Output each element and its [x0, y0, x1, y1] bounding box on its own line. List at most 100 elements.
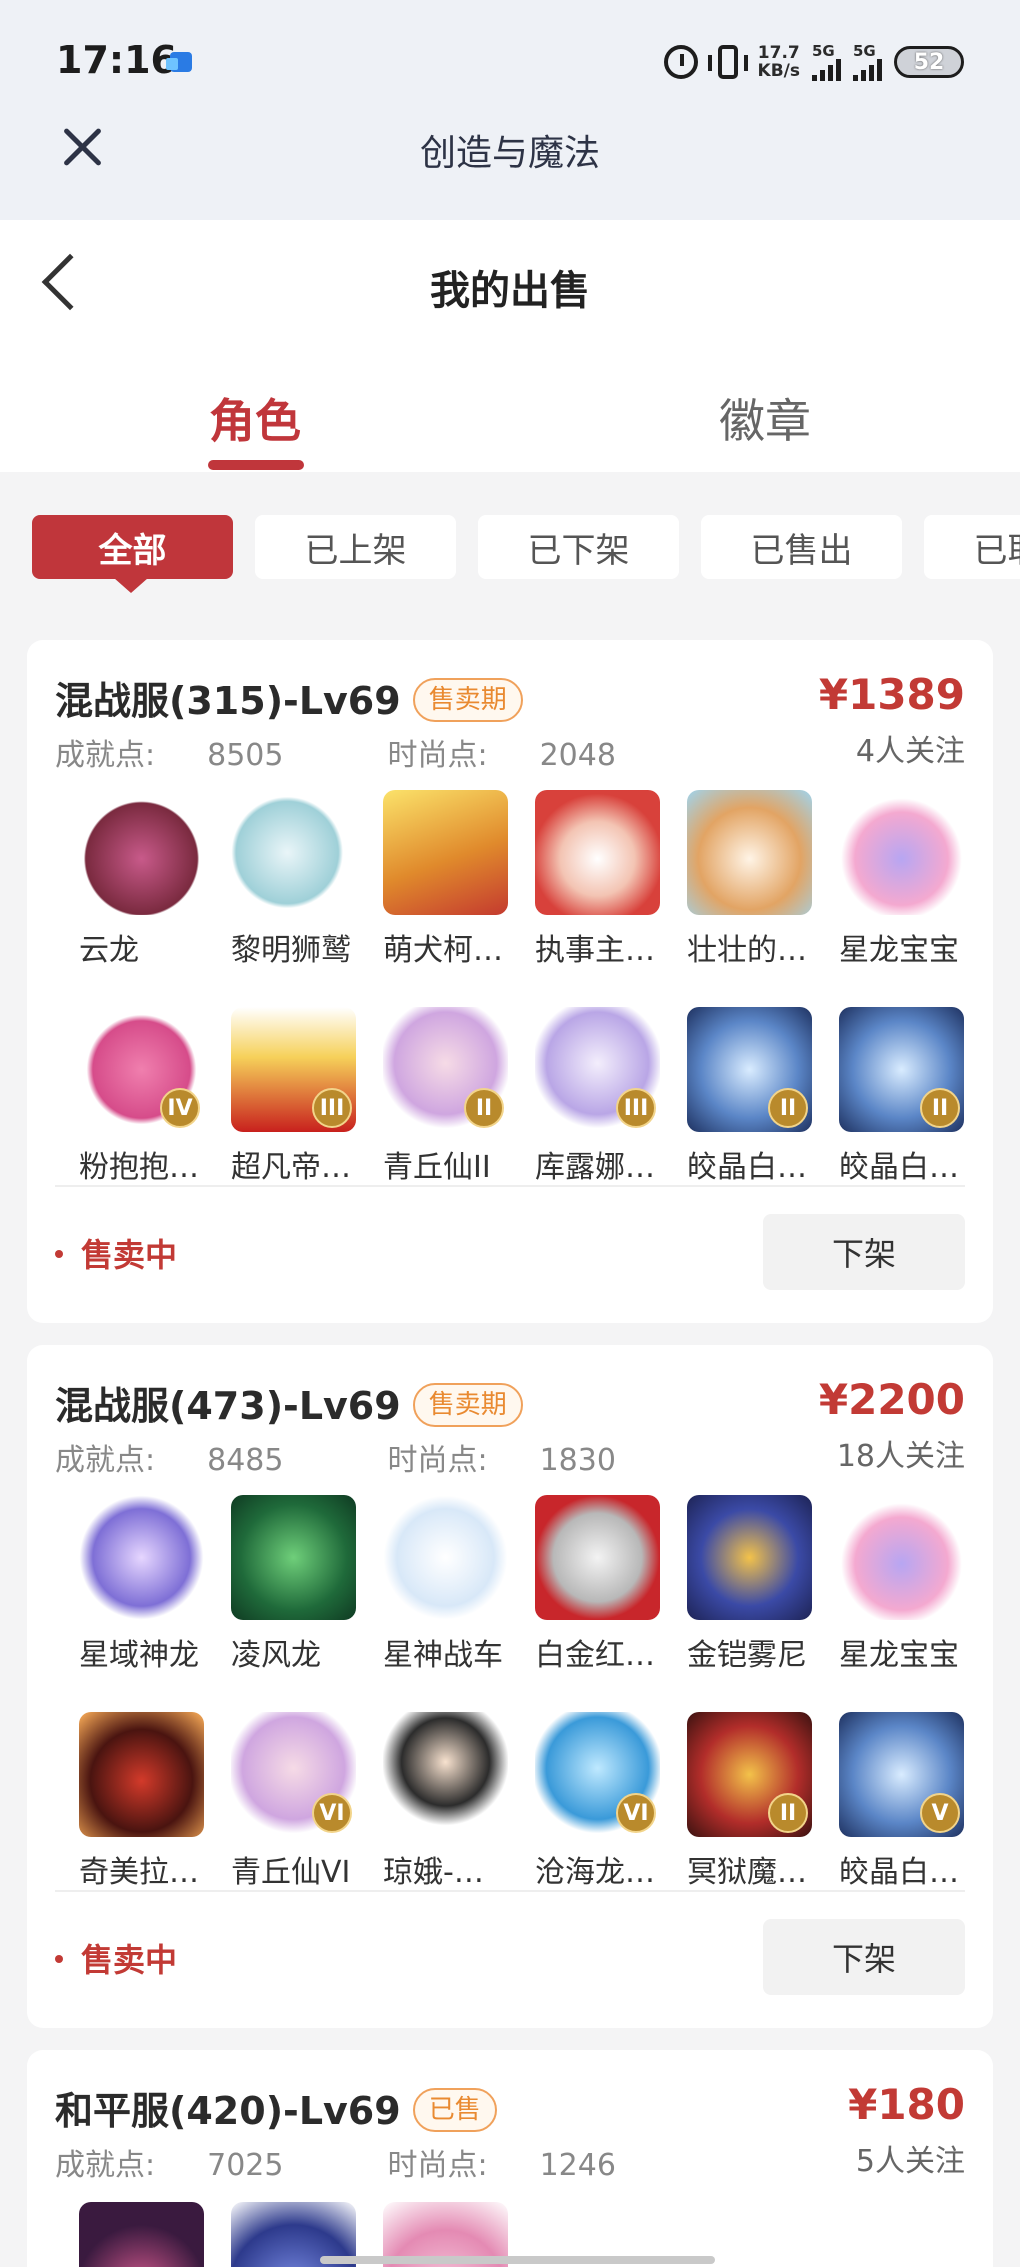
status-badge: 售卖期 [412, 678, 523, 722]
item-grid: 云龙 黎明狮鹫 萌犬柯… 执事主… 壮壮的… 星龙宝宝 IV 粉抱抱… III 超凡… [79, 790, 964, 1186]
price: ¥2200 [818, 1375, 965, 1424]
tier-icon: III [616, 1088, 656, 1128]
item-image: VI [535, 1712, 660, 1837]
delist-button[interactable]: 下架 [763, 1919, 965, 1995]
status-badge: 已售 [412, 2088, 497, 2132]
signal-icon-2: 5G [853, 43, 882, 81]
item-image [79, 2202, 204, 2267]
item-image [383, 790, 508, 915]
item-tile[interactable]: 萌犬柯… [383, 790, 508, 969]
item-tile[interactable]: 黎明狮鹫 [231, 790, 356, 969]
tier-icon: II [768, 1793, 808, 1833]
item-image: II [687, 1007, 812, 1132]
status-bar: 17:16 17.7 KB/s 5G 5G 52 [0, 0, 1020, 120]
item-image: IV [79, 1007, 204, 1132]
item-tile[interactable]: II 青丘仙II [383, 1007, 508, 1186]
item-tile[interactable]: 云龙 [79, 790, 204, 969]
item-tile[interactable]: 金铠雾尼 [687, 1495, 812, 1674]
item-tile[interactable]: IV 粉抱抱… [79, 1007, 204, 1186]
active-filter-pointer [114, 578, 148, 593]
listing-card[interactable]: 混战服(315)-Lv69 售卖期 ¥1389 成就点: 8505 时尚点: 2048 … [27, 640, 993, 1323]
server-level: 混战服(315)-Lv69 售卖期 [55, 670, 523, 725]
item-image: II [383, 1007, 508, 1132]
tier-icon: III [312, 1088, 352, 1128]
tab-roles[interactable]: 角色 [145, 385, 365, 451]
item-image: V [839, 1712, 964, 1837]
status-icons: 17.7 KB/s 5G 5G 52 [663, 40, 964, 84]
stats: 成就点: 8485 时尚点: 1830 [55, 1443, 616, 1478]
tier-icon: II [920, 1088, 960, 1128]
listing-card[interactable]: 混战服(473)-Lv69 售卖期 ¥2200 成就点: 8485 时尚点: 1830 … [27, 1345, 993, 2028]
item-tile[interactable]: 凌风龙 [231, 1495, 356, 1674]
item-image [687, 790, 812, 915]
tier-icon: VI [312, 1793, 352, 1833]
signal-icon: 5G [812, 43, 841, 81]
vibrate-icon [707, 45, 748, 79]
item-image [79, 1495, 204, 1620]
stats: 成就点: 7025 时尚点: 1246 [55, 2148, 616, 2183]
item-tile[interactable]: II 皎晶白… [839, 1007, 964, 1186]
item-tile[interactable]: 执事主… [535, 790, 660, 969]
item-image [839, 1495, 964, 1620]
alarm-icon [663, 45, 698, 79]
item-image [383, 1495, 508, 1620]
active-tab-indicator [208, 460, 304, 470]
item-image: II [839, 1007, 964, 1132]
status-badge: 售卖期 [412, 1383, 523, 1427]
item-image: III [231, 1007, 356, 1132]
filter-chips: 全部 已上架 已下架 已售出 已取消 [32, 515, 1020, 585]
tier-icon: VI [616, 1793, 656, 1833]
item-tile[interactable]: 星域神龙 [79, 1495, 204, 1674]
filter-all[interactable]: 全部 [32, 515, 233, 579]
clock: 17:16 [56, 38, 177, 82]
tier-icon: II [464, 1088, 504, 1128]
filter-cancelled[interactable]: 已取消 [924, 515, 1020, 579]
item-tile[interactable]: II 冥狱魔… [687, 1712, 812, 1891]
item-tile[interactable]: 琼娥-… [383, 1712, 508, 1891]
sale-status: 售卖中 [55, 1230, 177, 1276]
price: ¥180 [848, 2080, 965, 2129]
delist-button[interactable]: 下架 [763, 1214, 965, 1290]
app-title: 创造与魔法 [419, 133, 600, 174]
item-image [231, 790, 356, 915]
filter-listed[interactable]: 已上架 [255, 515, 456, 579]
app-notification-icon [166, 52, 192, 72]
watcher-count: 18人关注 [836, 1439, 965, 1474]
item-tile[interactable]: 壮壮的… [687, 790, 812, 969]
filter-delisted[interactable]: 已下架 [478, 515, 679, 579]
item-tile[interactable]: VI 青丘仙VI [231, 1712, 356, 1891]
item-tile[interactable]: 星龙宝宝 [839, 790, 964, 969]
item-grid: 星域神龙 凌风龙 星神战车 白金红… 金铠雾尼 星龙宝宝 奇美拉… VI 青丘仙V… [79, 1495, 964, 1891]
listing-card[interactable]: 和平服(420)-Lv69 已售 ¥180 成就点: 7025 时尚点: 1246 5人… [27, 2050, 993, 2267]
battery-icon: 52 [894, 46, 964, 78]
network-speed: 17.7 KB/s [757, 43, 800, 81]
price: ¥1389 [818, 670, 965, 719]
item-tile[interactable]: 白金红… [535, 1495, 660, 1674]
item-tile[interactable]: II 皎晶白… [687, 1007, 812, 1186]
item-tile[interactable]: III 超凡帝… [231, 1007, 356, 1186]
item-image: III [535, 1007, 660, 1132]
item-image: II [687, 1712, 812, 1837]
server-level: 和平服(420)-Lv69 已售 [55, 2080, 497, 2135]
item-image [839, 790, 964, 915]
tier-icon: V [920, 1793, 960, 1833]
watcher-count: 5人关注 [855, 2144, 965, 2179]
item-tile[interactable]: V 皎晶白… [839, 1712, 964, 1891]
stats: 成就点: 8505 时尚点: 2048 [55, 738, 616, 773]
item-tile[interactable]: III 库露娜… [535, 1007, 660, 1186]
tier-icon: IV [160, 1088, 200, 1128]
item-tile[interactable] [79, 2202, 204, 2267]
item-tile[interactable]: 星神战车 [383, 1495, 508, 1674]
tier-icon: II [768, 1088, 808, 1128]
item-image [383, 1712, 508, 1837]
filter-sold[interactable]: 已售出 [701, 515, 902, 579]
tab-badges[interactable]: 徽章 [655, 385, 875, 451]
home-indicator[interactable] [320, 2256, 715, 2264]
server-level: 混战服(473)-Lv69 售卖期 [55, 1375, 523, 1430]
item-image [79, 790, 204, 915]
page-title: 我的出售 [430, 268, 590, 314]
item-tile[interactable]: VI 沧海龙… [535, 1712, 660, 1891]
sale-status: 售卖中 [55, 1935, 177, 1981]
item-tile[interactable]: 星龙宝宝 [839, 1495, 964, 1674]
item-tile[interactable]: 奇美拉… [79, 1712, 204, 1891]
